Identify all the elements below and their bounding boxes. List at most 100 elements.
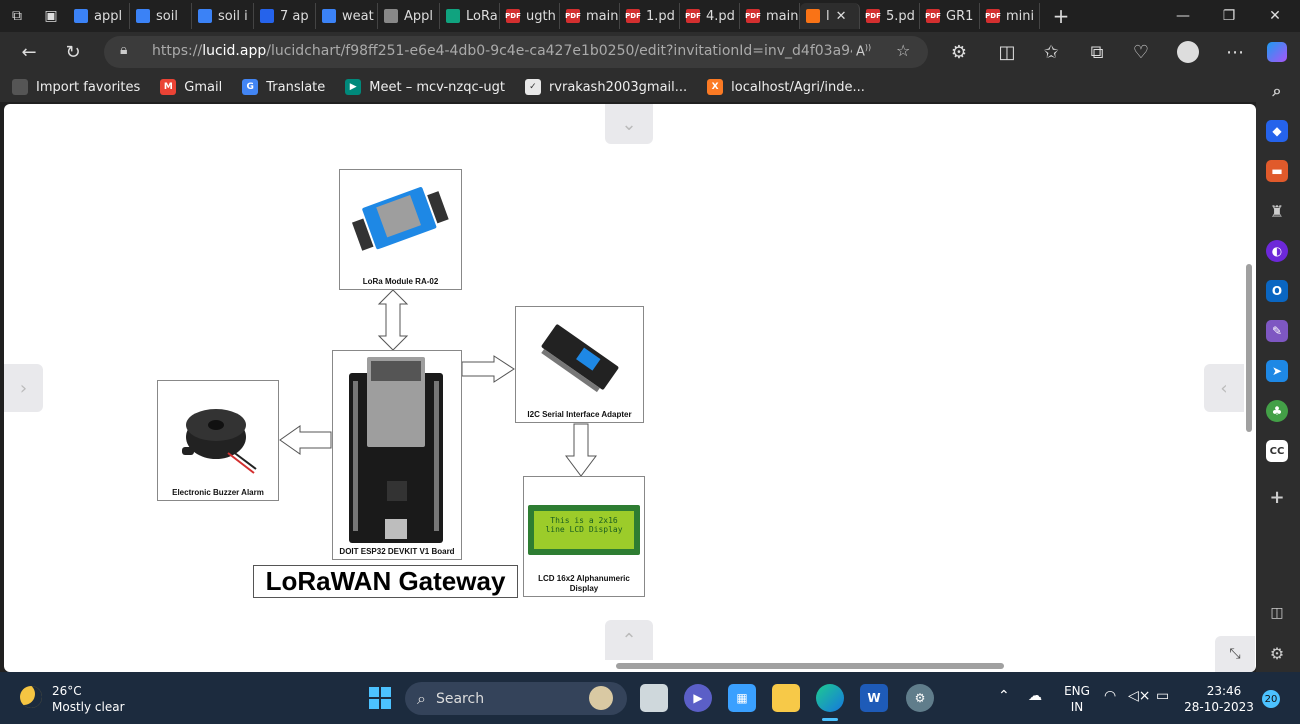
favorite-link[interactable]: ✓ rvrakash2003gmail... xyxy=(524,79,687,95)
search-icon xyxy=(136,9,150,23)
browser-tab[interactable]: PDF 4.pd xyxy=(680,3,740,29)
lora-module-block[interactable]: LoRa Module RA-02 xyxy=(339,169,462,290)
favorite-label: Gmail xyxy=(184,79,223,95)
volume-muted-icon[interactable]: ◁× xyxy=(1128,688,1151,704)
lora-module-caption: LoRa Module RA-02 xyxy=(362,277,439,286)
settings-gear-icon[interactable]: ⚙ xyxy=(1266,642,1288,664)
lucidchart-canvas[interactable]: ⌄ ⌃ › ‹ LoRa Module RA-02 I2C Serial Int… xyxy=(4,104,1256,672)
favorite-link[interactable]: Import favorites xyxy=(12,79,140,95)
browser-tab[interactable]: PDF main xyxy=(560,3,620,29)
diagram-title[interactable]: LoRaWAN Gateway xyxy=(253,565,518,598)
language-eng[interactable]: ENG xyxy=(1062,684,1092,698)
extensions-icon[interactable]: ⚙ xyxy=(946,40,972,64)
restore-button[interactable]: ❐ xyxy=(1206,0,1252,32)
file-explorer-icon[interactable] xyxy=(772,684,800,712)
collections-icon[interactable]: ⧉ xyxy=(1084,40,1110,64)
favorite-label: Import favorites xyxy=(36,79,141,95)
weather-moon-icon[interactable] xyxy=(20,686,42,708)
browser-tab[interactable]: PDF mini xyxy=(980,3,1040,29)
search-icon[interactable]: ⌕ xyxy=(1266,80,1288,102)
browser-tab[interactable]: PDF 5.pd xyxy=(860,3,920,29)
browser-tab[interactable]: PDF GR1 xyxy=(920,3,980,29)
browser-tab[interactable]: PDF main xyxy=(740,3,800,29)
favorite-link[interactable]: ▶ Meet – mcv-nzqc-ugt xyxy=(345,79,505,95)
buzzer-block[interactable]: Electronic Buzzer Alarm xyxy=(157,380,279,501)
address-bar[interactable]: 🔒︎ https://lucid.app/lucidchart/f98ff251… xyxy=(104,36,928,68)
new-tab-button[interactable]: + xyxy=(1044,0,1078,32)
more-menu-icon[interactable]: ⋯ xyxy=(1222,40,1248,64)
close-window-button[interactable]: ✕ xyxy=(1252,0,1298,32)
check-icon: ✓ xyxy=(524,79,541,95)
toolbox-icon[interactable]: ▬ xyxy=(1266,160,1288,182)
clock-time[interactable]: 23:46 xyxy=(1196,684,1252,698)
esp32-block[interactable]: DOIT ESP32 DEVKIT V1 Board xyxy=(332,350,462,560)
browser-essentials-icon[interactable]: ♡ xyxy=(1128,40,1154,64)
language-in[interactable]: IN xyxy=(1062,700,1092,714)
tab-label: main xyxy=(766,8,799,24)
minimize-button[interactable]: — xyxy=(1160,0,1206,32)
start-button[interactable] xyxy=(366,684,394,712)
vertical-scrollbar[interactable] xyxy=(1246,264,1252,432)
favorites-icon[interactable]: ✩ xyxy=(1038,40,1064,64)
translate-icon: G xyxy=(242,79,259,95)
lcd-line-2: line LCD Display xyxy=(545,525,623,534)
favorite-link[interactable]: M Gmail xyxy=(160,79,222,95)
tab-label: soil i xyxy=(218,8,248,24)
profile-avatar[interactable] xyxy=(1175,40,1201,64)
word-icon[interactable]: W xyxy=(860,684,888,712)
browser-tab[interactable]: soil xyxy=(130,3,192,29)
battery-icon[interactable]: ▭ xyxy=(1156,688,1169,704)
lock-icon[interactable]: 🔒︎ xyxy=(120,42,127,58)
browser-tab[interactable]: weat xyxy=(316,3,378,29)
browser-tab[interactable]: PDF 1.pd xyxy=(620,3,680,29)
edge-browser-icon[interactable] xyxy=(816,684,844,712)
taskbar-search[interactable]: ⌕ Search xyxy=(405,682,627,715)
i2c-adapter-caption: I2C Serial Interface Adapter xyxy=(527,410,632,419)
horizontal-scrollbar[interactable] xyxy=(616,663,1004,669)
copilot-sidebar-icon[interactable]: ◐ xyxy=(1266,240,1288,262)
settings-app-icon[interactable]: ⚙ xyxy=(906,684,934,712)
refresh-button[interactable]: ↻ xyxy=(60,40,86,64)
add-sidebar-app-icon[interactable]: + xyxy=(1266,486,1288,508)
editor-icon[interactable]: ✎ xyxy=(1266,320,1288,342)
browser-tab[interactable]: Appl xyxy=(378,3,440,29)
i2c-adapter-block[interactable]: I2C Serial Interface Adapter xyxy=(515,306,644,423)
favorite-star-icon[interactable]: ☆ xyxy=(896,41,910,60)
read-aloud-icon[interactable]: A)) xyxy=(856,43,871,59)
send-icon[interactable]: ➤ xyxy=(1266,360,1288,382)
browser-tab[interactable]: LoRa xyxy=(440,3,500,29)
wifi-icon[interactable]: ◠ xyxy=(1104,688,1116,704)
onedrive-icon[interactable]: ☁ xyxy=(1028,688,1042,704)
favorite-link[interactable]: G Translate xyxy=(242,79,325,95)
lcd-block[interactable]: This is a 2x16 line LCD Display LCD 16x2… xyxy=(523,476,645,597)
copilot-icon[interactable] xyxy=(1264,40,1290,64)
cc-icon[interactable]: CC xyxy=(1266,440,1288,462)
shopping-tag-icon[interactable]: ◆ xyxy=(1266,120,1288,142)
browser-tab[interactable]: appl xyxy=(68,3,130,29)
workspaces-icon[interactable]: ⧉ xyxy=(0,0,34,32)
browser-tab[interactable]: PDF ugth xyxy=(500,3,560,29)
search-highlight-icon xyxy=(589,686,613,710)
browser-tab[interactable]: soil i xyxy=(192,3,254,29)
browser-tab[interactable]: l ✕ xyxy=(800,3,860,29)
tab-actions-icon[interactable]: ▣ xyxy=(34,0,68,32)
outlook-icon[interactable]: O xyxy=(1266,280,1288,302)
notification-badge[interactable]: 20 xyxy=(1262,690,1280,708)
microsoft-store-icon[interactable]: ▦ xyxy=(728,684,756,712)
close-tab-icon[interactable]: ✕ xyxy=(836,9,847,24)
sidebar-layout-icon[interactable]: ◫ xyxy=(1266,602,1288,624)
fit-screen-button[interactable]: ⤡ xyxy=(1215,636,1255,672)
back-button[interactable]: ← xyxy=(16,40,42,64)
clock-date[interactable]: 28-10-2023 xyxy=(1184,700,1254,714)
favorite-link[interactable]: Xlocalhost/Agri/inde... xyxy=(707,79,865,95)
browser-tab[interactable]: 7 ap xyxy=(254,3,316,29)
weather-temp[interactable]: 26°C xyxy=(52,684,82,698)
split-screen-icon[interactable]: ◫ xyxy=(994,40,1020,64)
show-hidden-icons-chevron-icon[interactable]: ⌃ xyxy=(998,688,1010,704)
weather-desc[interactable]: Mostly clear xyxy=(52,700,125,714)
tree-icon[interactable]: ♣ xyxy=(1266,400,1288,422)
task-view-icon[interactable] xyxy=(640,684,668,712)
lcd-image: This is a 2x16 line LCD Display xyxy=(528,505,640,555)
chess-icon[interactable]: ♜ xyxy=(1266,200,1288,222)
teams-chat-icon[interactable]: ▶ xyxy=(684,684,712,712)
